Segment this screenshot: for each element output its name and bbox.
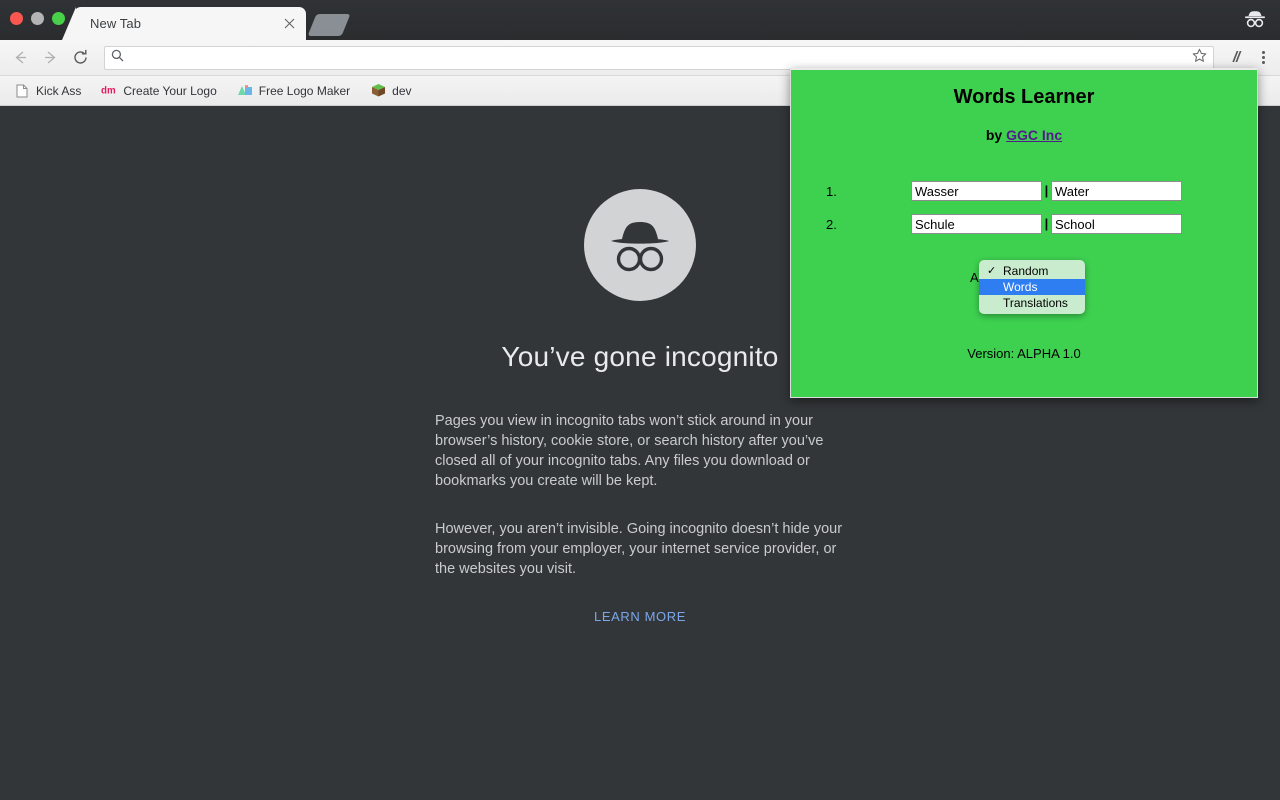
learn-more-link[interactable]: LEARN MORE [594, 609, 686, 624]
bookmark-free-logo-maker[interactable]: Free Logo Maker [237, 83, 350, 99]
field-separator: | [1044, 183, 1049, 198]
version-label: Version: ALPHA 1.0 [967, 346, 1081, 361]
address-bar[interactable] [104, 45, 1214, 70]
close-window-button[interactable] [10, 12, 23, 25]
check-icon: ✓ [987, 265, 997, 277]
word-pair-row: 2. | [791, 214, 1257, 234]
window-controls [10, 12, 65, 25]
ntp-paragraph-2: However, you aren’t invisible. Going inc… [435, 521, 843, 577]
row-number: 1. [826, 183, 837, 199]
reload-icon[interactable] [66, 44, 94, 72]
dropdown-option-label: Translations [1003, 296, 1068, 310]
field-separator: | [1044, 216, 1049, 231]
tab-title: New Tab [90, 16, 142, 31]
ntp-paragraph-1: Pages you view in incognito tabs won’t s… [435, 413, 824, 489]
new-tab-button[interactable] [307, 14, 351, 36]
minimize-window-button[interactable] [31, 12, 44, 25]
grass-block-icon [370, 83, 386, 99]
incognito-spy-icon [584, 189, 696, 301]
popup-byline: by GGC Inc [791, 109, 1257, 143]
bookmark-create-your-logo[interactable]: dm Create Your Logo [101, 83, 216, 99]
ggc-inc-link[interactable]: GGC Inc [1006, 127, 1062, 143]
row-number: 2. [826, 216, 837, 232]
svg-text:dm: dm [101, 86, 116, 97]
byline-prefix: by [985, 127, 1003, 143]
arrow-right-icon[interactable] [36, 44, 64, 72]
dm-logo-icon: dm [101, 83, 117, 99]
ask-mode-dropdown[interactable]: ✓ Random Words Translations [979, 260, 1085, 314]
dropdown-option-label: Random [1003, 264, 1049, 278]
incognito-icon[interactable] [1238, 4, 1272, 34]
ask-mode-control: Ask ✓ Random Words Translations [791, 260, 1257, 324]
shapes-icon [237, 83, 253, 99]
star-icon[interactable] [1192, 48, 1207, 68]
browser-window: New Tab // Kick Ass dm Create Your Logo … [0, 0, 1280, 800]
close-icon[interactable] [280, 15, 298, 33]
address-input[interactable] [130, 49, 1207, 66]
search-icon [111, 49, 124, 67]
dropdown-option-label: Words [1003, 280, 1038, 294]
dropdown-option-words[interactable]: Words [979, 279, 1085, 295]
popup-title: Words Learner [953, 86, 1095, 108]
word-input-2[interactable] [911, 214, 1042, 234]
dropdown-option-random[interactable]: ✓ Random [979, 263, 1085, 279]
page-icon [14, 83, 30, 99]
bookmark-label: Kick Ass [36, 83, 82, 98]
word-pairs-list: 1. | 2. | [791, 181, 1257, 234]
bookmark-label: Free Logo Maker [258, 83, 351, 98]
bookmark-label: dev [392, 83, 412, 98]
arrow-left-icon[interactable] [6, 44, 34, 72]
bookmark-label: Create Your Logo [123, 83, 217, 98]
word-pair-row: 1. | [791, 181, 1257, 201]
tab-strip: New Tab [0, 0, 1280, 40]
page-title: You’ve gone incognito [501, 341, 779, 372]
translation-input-1[interactable] [1051, 181, 1182, 201]
words-learner-popup: Words Learner by GGC Inc 1. | 2. | Ask [790, 68, 1258, 398]
ntp-content: You’ve gone incognito Pages you view in … [435, 107, 845, 626]
bookmark-dev[interactable]: dev [370, 83, 412, 99]
bookmark-kick-ass[interactable]: Kick Ass [14, 83, 81, 99]
browser-tab[interactable]: New Tab [74, 7, 306, 40]
zoom-window-button[interactable] [52, 12, 65, 25]
word-input-1[interactable] [911, 181, 1042, 201]
translation-input-2[interactable] [1051, 214, 1182, 234]
dropdown-option-translations[interactable]: Translations [979, 295, 1085, 311]
